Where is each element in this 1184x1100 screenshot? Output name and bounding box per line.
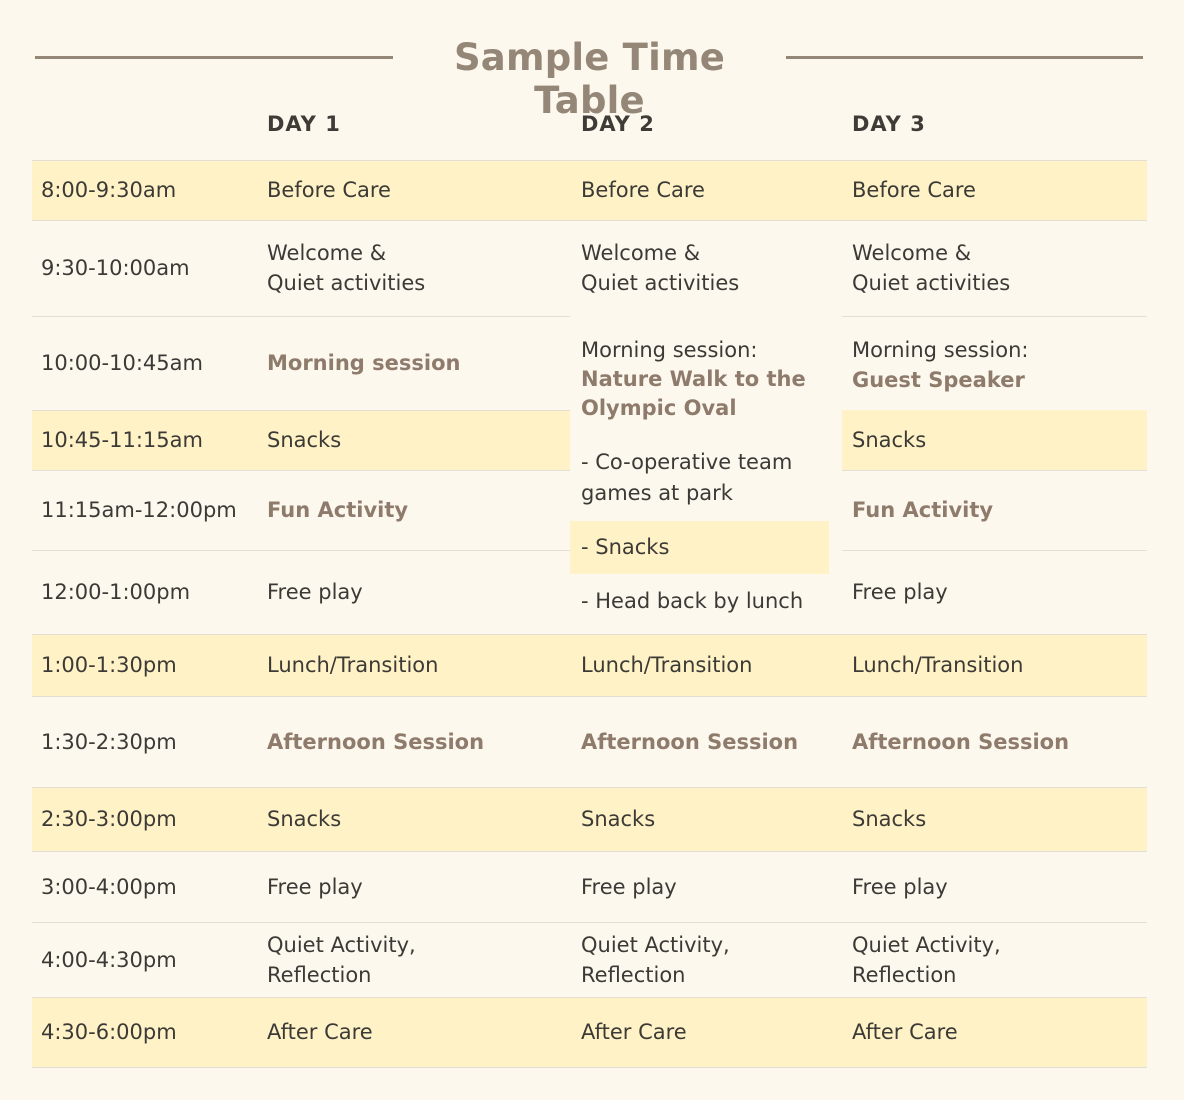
title-rule-right xyxy=(786,56,1143,59)
cell-line: Quiet Activity, xyxy=(581,932,730,957)
cell-line: Reflection xyxy=(852,962,957,987)
cell-line: Welcome & xyxy=(852,241,972,265)
day-2-cell: Quiet Activity, Reflection xyxy=(581,922,841,997)
time-cell: 12:00-1:00pm xyxy=(41,580,191,604)
day-3-cell: Quiet Activity, Reflection xyxy=(852,922,1142,997)
cell-line: Snacks xyxy=(852,428,927,452)
time-cell: 10:00-10:45am xyxy=(41,351,203,375)
day-1-cell: Quiet Activity, Reflection xyxy=(267,922,557,997)
time-cell: 1:00-1:30pm xyxy=(41,653,177,677)
cell-line: Morning session xyxy=(267,351,461,375)
day-2-morning-line: Olympic Oval xyxy=(581,396,737,420)
cell-line: Free play xyxy=(267,580,363,604)
cell-line: Morning session: xyxy=(852,338,1029,362)
day-1-header: DAY 1 xyxy=(267,112,341,136)
day-3-cell: Free play xyxy=(852,550,1142,634)
cell-line: Quiet activities xyxy=(267,271,426,295)
day-3-header: DAY 3 xyxy=(852,112,926,136)
day-3-cell: Welcome & Quiet activities xyxy=(852,220,1142,316)
row-divider xyxy=(32,1067,1147,1068)
title-bar: Sample Time Table xyxy=(0,30,1184,122)
day-2-morning-line: Morning session: xyxy=(581,338,758,362)
day-3-cell: Lunch/Transition xyxy=(852,634,1142,696)
time-cell: 2:30-3:00pm xyxy=(41,807,177,831)
cell-line: After Care xyxy=(852,1020,958,1044)
time-cell: 9:30-10:00am xyxy=(41,256,190,280)
cell-line: Free play xyxy=(852,580,948,604)
day-3-cell: Afternoon Session xyxy=(852,696,1142,787)
time-cell: 4:30-6:00pm xyxy=(41,1020,177,1044)
day-3-cell: After Care xyxy=(852,997,1142,1067)
day-2-morning-line: - Head back by lunch xyxy=(581,589,804,613)
time-cell: 11:15am-12:00pm xyxy=(41,498,237,522)
day-2-cell: Welcome & Quiet activities xyxy=(581,220,841,316)
day-3-cell: Snacks xyxy=(852,787,1142,851)
cell-line: Lunch/Transition xyxy=(267,653,439,677)
cell-line: Before Care xyxy=(267,178,391,202)
day-1-cell: Morning session xyxy=(267,316,557,410)
day-2-morning-line: - Co-operative team xyxy=(581,450,793,474)
day-1-cell: Before Care xyxy=(267,160,557,220)
cell-line: Snacks xyxy=(852,807,927,831)
cell-line: Before Care xyxy=(581,178,705,202)
cell-line: Snacks xyxy=(581,807,656,831)
day-3-cell: Morning session: Guest Speaker xyxy=(852,335,1142,395)
cell-line: Free play xyxy=(267,874,363,899)
day-2-cell: Snacks xyxy=(581,787,841,851)
day-3-cell: Snacks xyxy=(852,410,1142,470)
cell-line: Fun Activity xyxy=(267,498,409,522)
time-cell: 10:45-11:15am xyxy=(41,428,203,452)
day-1-cell: Free play xyxy=(267,550,557,634)
cell-line: Afternoon Session xyxy=(267,729,485,754)
day-1-cell: Snacks xyxy=(267,787,557,851)
day-2-cell: Afternoon Session xyxy=(581,696,841,787)
time-cell: 8:00-9:30am xyxy=(41,178,177,202)
day-2-morning-line: Nature Walk to the xyxy=(581,367,806,391)
day-1-cell: Welcome & Quiet activities xyxy=(267,220,557,316)
cell-line: Snacks xyxy=(267,428,342,452)
cell-line: Welcome & xyxy=(267,241,387,265)
day-2-cell: After Care xyxy=(581,997,841,1067)
day-1-cell: Afternoon Session xyxy=(267,696,557,787)
cell-line: Reflection xyxy=(267,962,372,987)
cell-line: Quiet Activity, xyxy=(267,932,416,957)
title-rule-left xyxy=(35,56,393,59)
cell-line: Quiet Activity, xyxy=(852,932,1001,957)
cell-line: Quiet activities xyxy=(581,271,740,295)
day-3-cell: Fun Activity xyxy=(852,470,1142,550)
cell-line: Lunch/Transition xyxy=(581,653,753,677)
day-3-cell: Before Care xyxy=(852,160,1142,220)
day-2-cell: Free play xyxy=(581,851,841,922)
cell-line: Guest Speaker xyxy=(852,368,1025,392)
day-2-cell: Lunch/Transition xyxy=(581,634,841,696)
time-cell: 4:00-4:30pm xyxy=(41,947,177,972)
day-1-cell: Snacks xyxy=(267,410,557,470)
cell-line: Quiet activities xyxy=(852,271,1011,295)
day-2-header: DAY 2 xyxy=(581,112,655,136)
cell-line: Snacks xyxy=(267,807,342,831)
day-2-cell: Before Care xyxy=(581,160,841,220)
day-1-cell: After Care xyxy=(267,997,557,1067)
day-3-cell: Free play xyxy=(852,851,1142,922)
time-cell: 1:30-2:30pm xyxy=(41,729,177,754)
day-1-cell: Fun Activity xyxy=(267,470,557,550)
time-cell: 3:00-4:00pm xyxy=(41,874,177,899)
day-2-morning-line: - Snacks xyxy=(581,535,670,559)
cell-line: Afternoon Session xyxy=(581,729,799,754)
day-1-cell: Free play xyxy=(267,851,557,922)
cell-line: Welcome & xyxy=(581,241,701,265)
page-title: Sample Time Table xyxy=(453,36,726,122)
cell-line: After Care xyxy=(581,1020,687,1044)
cell-line: Reflection xyxy=(581,962,686,987)
cell-line: Lunch/Transition xyxy=(852,653,1024,677)
cell-line: Fun Activity xyxy=(852,498,994,522)
cell-line: Free play xyxy=(852,874,948,899)
cell-line: After Care xyxy=(267,1020,373,1044)
day-1-cell: Lunch/Transition xyxy=(267,634,557,696)
cell-line: Afternoon Session xyxy=(852,729,1070,754)
cell-line: Free play xyxy=(581,874,677,899)
day-2-morning-line: games at park xyxy=(581,481,733,505)
cell-line: Before Care xyxy=(852,178,976,202)
